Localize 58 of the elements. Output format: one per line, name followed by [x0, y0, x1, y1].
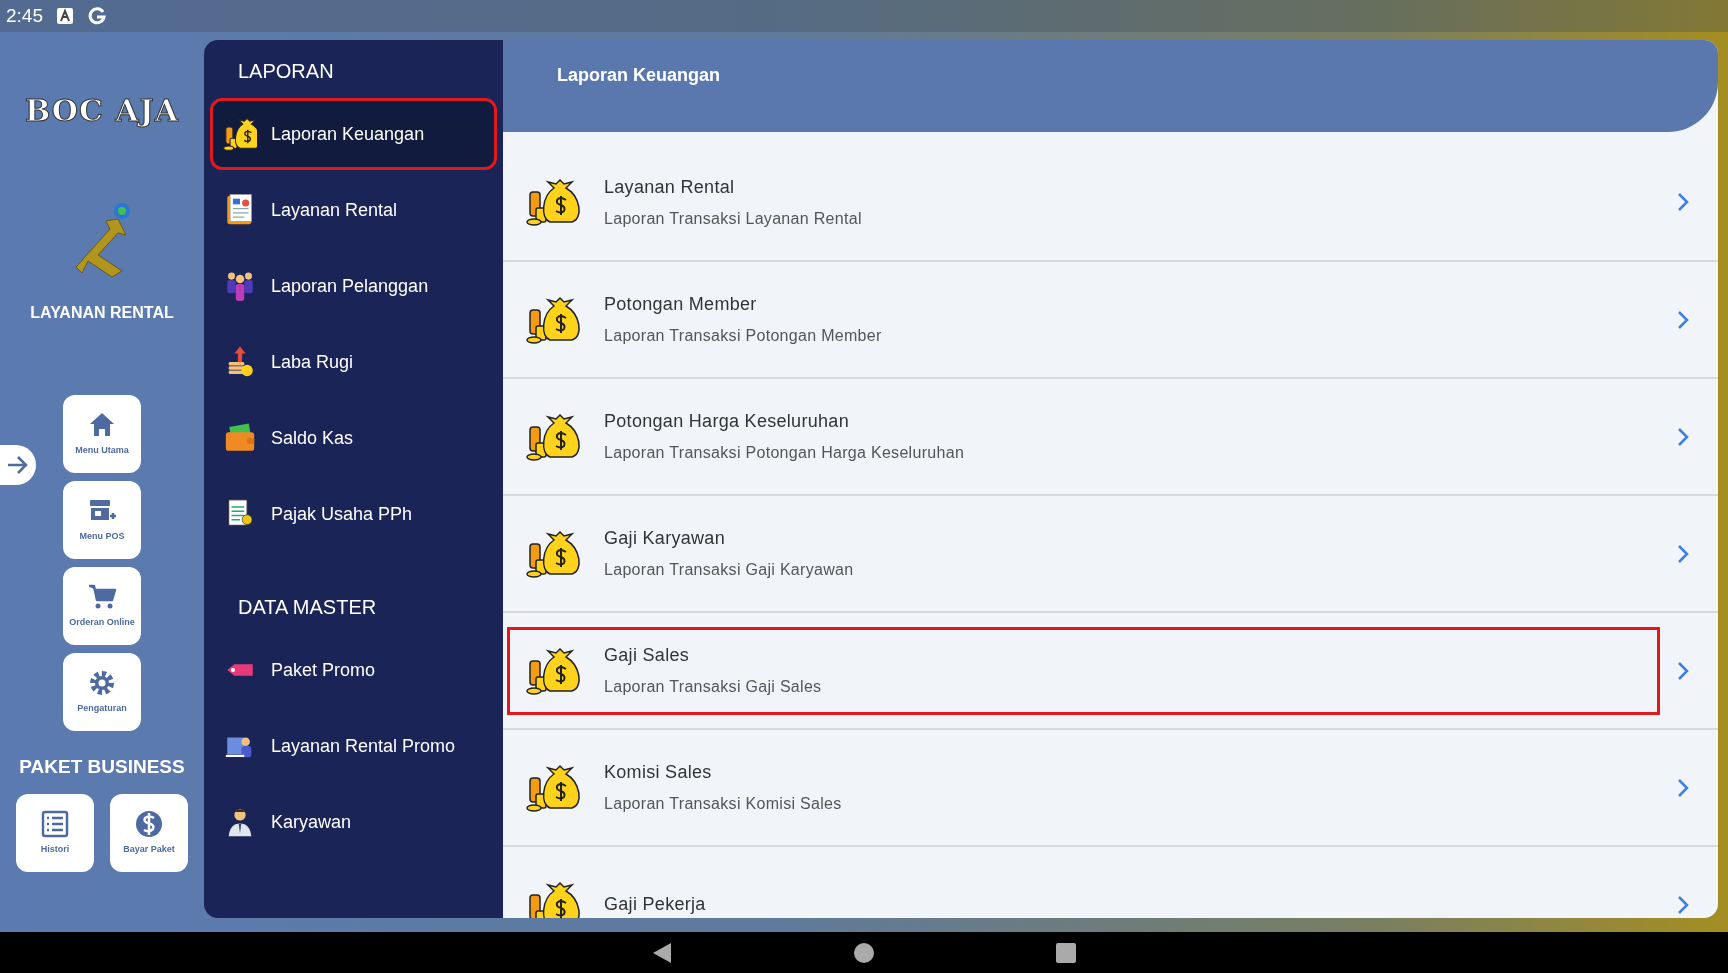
menu-item[interactable]: Laporan Keuangan — [210, 98, 497, 170]
menu-item[interactable]: Karyawan — [210, 786, 497, 858]
report-row[interactable]: Layanan Rental Laporan Transaksi Layanan Rental — [503, 132, 1718, 262]
settings-button[interactable]: Pengaturan — [63, 653, 141, 731]
row-subtitle: Laporan Transaksi Potongan Harga Keseluruhan — [604, 443, 965, 463]
home-button[interactable]: Menu Utama — [63, 395, 141, 473]
notification-icon — [57, 8, 73, 24]
row-subtitle: Laporan Transaksi Layanan Rental — [604, 208, 862, 229]
section-heading: DATA MASTER — [237, 595, 378, 620]
row-title: Potongan Harga Keseluruhan — [604, 410, 850, 433]
cart-button[interactable]: Orderan Online — [63, 567, 141, 645]
dollar-icon — [134, 808, 164, 839]
row-subtitle: Laporan Transaksi Gaji Karyawan — [604, 560, 854, 580]
money-bag-icon — [223, 117, 257, 151]
expand-button[interactable] — [0, 445, 36, 485]
chevron-right-icon — [1676, 660, 1690, 681]
menu-item[interactable]: Layanan Rental Promo — [210, 710, 497, 782]
row-title: Gaji Karyawan — [604, 527, 726, 550]
report-row[interactable]: Gaji Sales Laporan Transaksi Gaji Sales — [503, 613, 1718, 730]
row-title: Potongan Member — [604, 293, 758, 316]
row-title: Gaji Sales — [604, 644, 691, 667]
row-subtitle: Laporan Transaksi Potongan Member — [604, 326, 882, 346]
back-icon[interactable] — [651, 940, 673, 965]
list-button[interactable]: Histori — [16, 793, 94, 872]
row-title: Komisi Sales — [604, 761, 713, 784]
recents-icon[interactable] — [1055, 941, 1077, 964]
home-circle-icon[interactable] — [853, 941, 875, 964]
chevron-right-icon — [1676, 543, 1690, 564]
g-icon — [87, 6, 107, 26]
report-row[interactable]: Potongan Member Laporan Transaksi Potongan Member — [503, 262, 1718, 379]
arrow-right-icon — [6, 455, 30, 475]
menu-item[interactable]: Saldo Kas — [210, 402, 497, 474]
row-subtitle: Laporan Transaksi Komisi Sales — [604, 794, 842, 814]
dollar-button[interactable]: Bayar Paket — [110, 793, 188, 872]
report-row[interactable]: Komisi Sales Laporan Transaksi Komisi Sales — [503, 730, 1718, 847]
chevron-right-icon — [1676, 777, 1690, 798]
clock-text: 2:45 — [6, 3, 43, 28]
app-label: LAYANAN RENTAL — [30, 303, 174, 323]
storefront-button[interactable]: Menu POS — [63, 481, 141, 559]
chevron-right-icon — [1676, 426, 1690, 447]
menu-item[interactable]: Laporan Pelanggan — [210, 250, 497, 322]
section-heading: LAPORAN — [237, 59, 335, 84]
menu-item[interactable]: Pajak Usaha PPh — [210, 478, 497, 550]
chevron-right-icon — [1676, 894, 1690, 915]
menu-item[interactable]: Paket Promo — [210, 634, 497, 706]
chevron-right-icon — [1676, 192, 1690, 212]
menu-item[interactable]: Laba Rugi — [210, 326, 497, 398]
row-subtitle: Laporan Transaksi Gaji Sales — [604, 677, 822, 697]
list-icon — [40, 808, 70, 839]
row-title: Gaji Pekerja — [604, 893, 706, 916]
report-row[interactable]: Gaji Karyawan Laporan Transaksi Gaji Karyawan — [503, 496, 1718, 613]
row-title: Layanan Rental — [604, 175, 736, 199]
report-row[interactable]: Potongan Harga Keseluruhan Laporan Transaksi Potongan Harga Keseluruhan — [503, 379, 1718, 496]
page-header: Laporan Keuangan — [503, 40, 1718, 132]
package-title: PAKET BUSINESS — [19, 755, 185, 779]
logo-text: BOC AJA — [24, 92, 180, 130]
menu-item[interactable]: Layanan Rental — [210, 174, 497, 246]
chevron-right-icon — [1676, 309, 1690, 330]
